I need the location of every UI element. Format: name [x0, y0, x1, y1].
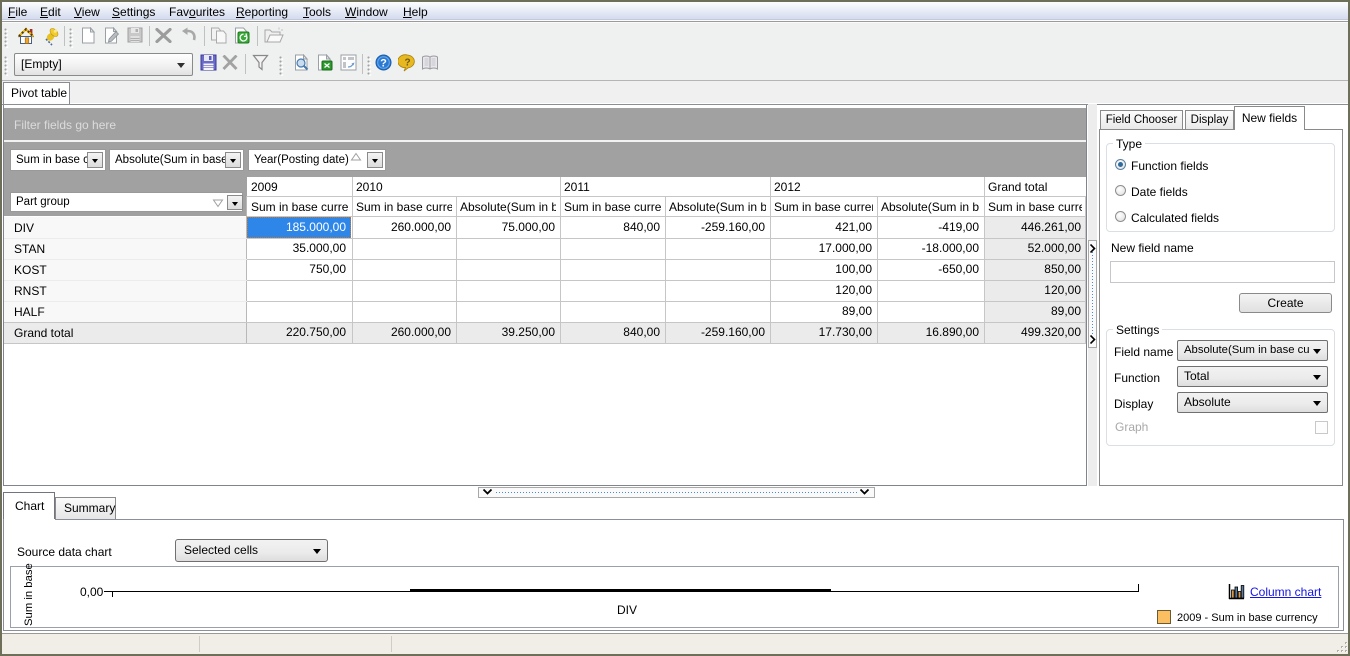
svg-text:?: ? — [404, 58, 410, 69]
svg-text:?: ? — [380, 58, 387, 70]
